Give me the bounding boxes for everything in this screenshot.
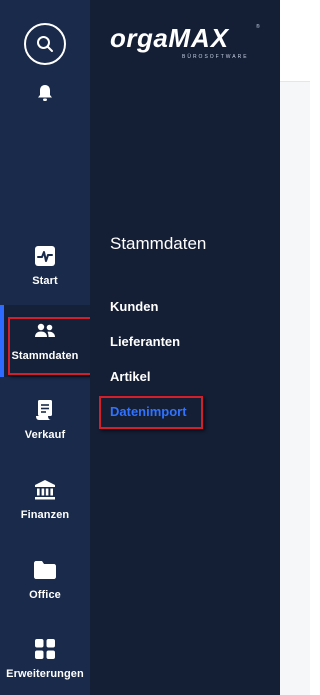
panel-title: Stammdaten [110, 234, 207, 253]
apps-icon [34, 638, 56, 660]
folder-icon [34, 559, 56, 581]
highlight-box [8, 317, 92, 375]
nav-label: Verkauf [24, 429, 66, 441]
receipt-icon [34, 399, 56, 421]
highlight-box [99, 396, 203, 429]
main-content [280, 0, 310, 695]
nav-item-start[interactable]: Start [0, 230, 90, 302]
brand-logo[interactable]: orgaMAX BÜROSOFTWARE ® [110, 24, 260, 64]
nav-label: Office [29, 589, 61, 601]
nav-label: Finanzen [20, 509, 70, 521]
notifications-button[interactable] [35, 83, 55, 103]
nav-item-verkauf[interactable]: Verkauf [0, 384, 90, 456]
nav-label: Start [32, 275, 58, 287]
activity-icon [34, 245, 56, 267]
nav-item-erweiterungen[interactable]: Erweiterungen [0, 623, 90, 695]
nav-label: Erweiterungen [6, 668, 84, 680]
search-button[interactable] [24, 23, 66, 65]
submenu-item-artikel[interactable]: Artikel [110, 369, 150, 384]
submenu-item-kunden[interactable]: Kunden [110, 299, 158, 314]
brand-trademark: ® [256, 24, 260, 30]
nav-item-finanzen[interactable]: Finanzen [0, 464, 90, 536]
bell-icon [38, 85, 52, 101]
search-icon [37, 36, 53, 52]
top-bar [280, 0, 310, 82]
icon-rail: Start Stammdaten Verkauf Finanzen Office… [0, 0, 92, 695]
submenu-item-lieferanten[interactable]: Lieferanten [110, 334, 180, 349]
submenu-panel: orgaMAX BÜROSOFTWARE ® Stammdaten Kunden… [90, 0, 280, 695]
brand-name-part1: orga [110, 23, 169, 53]
brand-tagline: BÜROSOFTWARE [182, 54, 249, 60]
brand-name-part2: MAX [168, 23, 230, 53]
nav-item-office[interactable]: Office [0, 544, 90, 616]
bank-icon [34, 479, 56, 501]
